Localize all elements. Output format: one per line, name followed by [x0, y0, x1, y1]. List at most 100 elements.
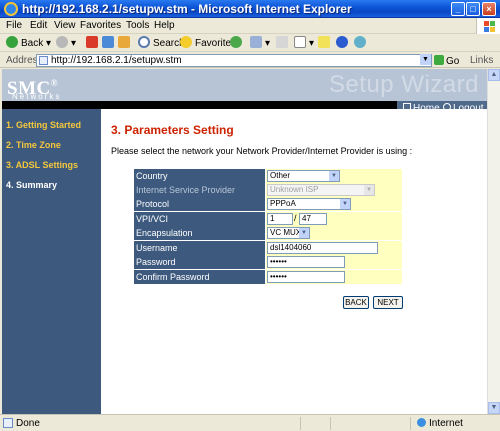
- toolbar: Back ▾ ▾ Search Favorites ▾ ▾: [0, 34, 500, 52]
- confirm-password-input[interactable]: ••••••: [267, 271, 345, 283]
- scroll-up-icon[interactable]: ▲: [488, 69, 500, 81]
- title-bar: http://192.168.2.1/setupw.stm - Microsof…: [0, 0, 500, 18]
- vertical-scrollbar[interactable]: ▲ ▼: [487, 69, 500, 414]
- form-row-password: Password ••••••: [134, 255, 402, 270]
- page-title: 3. Parameters Setting: [111, 123, 234, 137]
- edit-button[interactable]: ▾: [294, 36, 314, 50]
- main-content: 3. Parameters Setting Please select the …: [101, 109, 487, 414]
- page-icon: [39, 56, 48, 65]
- username-label: Username: [134, 241, 265, 255]
- window-title: http://192.168.2.1/setupw.stm - Microsof…: [22, 2, 352, 16]
- address-dropdown-icon[interactable]: ▼: [420, 54, 431, 65]
- forward-arrow-icon: [56, 36, 68, 48]
- chevron-down-icon: ▼: [340, 199, 350, 209]
- back-button[interactable]: Back ▾: [6, 36, 51, 50]
- form-row-isp: Internet Service Provider Unknown ISP ▼: [134, 183, 402, 198]
- instruction-text: Please select the network your Network P…: [111, 146, 413, 156]
- country-select[interactable]: Other ▼: [267, 170, 340, 182]
- address-input[interactable]: http://192.168.2.1/setupw.stm: [36, 54, 432, 67]
- home-button[interactable]: [118, 36, 133, 50]
- go-arrow-icon: [434, 55, 444, 65]
- maximize-button[interactable]: □: [466, 2, 480, 16]
- form-row-username: Username dsl1404060: [134, 241, 402, 256]
- stop-icon: [86, 36, 98, 48]
- go-button[interactable]: Go: [434, 55, 459, 67]
- chevron-down-icon: ▼: [299, 228, 309, 238]
- vpivci-label: VPI/VCI: [134, 212, 265, 226]
- country-label: Country: [134, 169, 265, 183]
- page-viewport: SMC® Networks Setup Wizard Home Logout 1…: [2, 69, 487, 414]
- ie-logo-icon: [4, 2, 18, 16]
- form-row-country: Country Other ▼: [134, 169, 402, 184]
- note-icon: [318, 36, 330, 48]
- search-button[interactable]: Search: [138, 36, 185, 50]
- bluetooth-icon: [336, 36, 348, 48]
- word-icon: [294, 36, 306, 48]
- next-button[interactable]: NEXT: [373, 296, 403, 309]
- history-button[interactable]: [230, 36, 245, 50]
- username-input[interactable]: dsl1404060: [267, 242, 378, 254]
- stop-button[interactable]: [86, 36, 101, 50]
- form-row-confirm-password: Confirm Password ••••••: [134, 270, 402, 285]
- back-arrow-icon: [6, 36, 18, 48]
- bluetooth-button[interactable]: [336, 36, 351, 50]
- history-icon: [230, 36, 242, 48]
- vpi-vci-separator: /: [294, 213, 297, 223]
- menu-edit[interactable]: Edit: [30, 20, 47, 31]
- discuss-button[interactable]: [354, 36, 369, 50]
- menu-file[interactable]: File: [6, 20, 22, 31]
- status-bar: Done Internet: [0, 414, 500, 431]
- registered-mark: ®: [50, 78, 58, 88]
- back-nav-button[interactable]: BACK: [343, 296, 369, 309]
- menu-view[interactable]: View: [54, 20, 76, 31]
- vci-input[interactable]: 47: [299, 213, 327, 225]
- setup-wizard-banner: Setup Wizard: [328, 71, 479, 98]
- confirm-password-label: Confirm Password: [134, 270, 265, 284]
- password-label: Password: [134, 255, 265, 269]
- header-divider: [2, 101, 397, 109]
- status-text: Done: [16, 418, 40, 429]
- forward-button[interactable]: ▾: [56, 36, 76, 50]
- password-input[interactable]: ••••••: [267, 256, 345, 268]
- status-divider: [410, 417, 411, 430]
- links-button[interactable]: Links: [470, 55, 493, 66]
- favorites-button[interactable]: Favorites: [180, 36, 236, 50]
- page-done-icon: [3, 418, 13, 428]
- people-icon: [354, 36, 366, 48]
- go-label: Go: [446, 56, 460, 67]
- sidebar: 1. Getting Started 2. Time Zone 3. ADSL …: [2, 109, 101, 414]
- vpi-input[interactable]: 1: [267, 213, 293, 225]
- sidebar-item-time-zone[interactable]: 2. Time Zone: [6, 140, 61, 150]
- messenger-button[interactable]: [318, 36, 333, 50]
- refresh-button[interactable]: [102, 36, 117, 50]
- close-button[interactable]: ×: [482, 2, 496, 16]
- isp-select: Unknown ISP ▼: [267, 184, 375, 196]
- chevron-down-icon: ▼: [364, 185, 374, 195]
- status-divider: [330, 417, 331, 430]
- sidebar-item-summary[interactable]: 4. Summary: [6, 180, 57, 190]
- globe-icon: [417, 418, 426, 427]
- isp-value: Unknown ISP: [270, 185, 319, 194]
- windows-logo-icon: [476, 18, 500, 34]
- scroll-down-icon[interactable]: ▼: [488, 402, 500, 414]
- menu-help[interactable]: Help: [154, 20, 175, 31]
- print-icon: [276, 36, 288, 48]
- sidebar-item-getting-started[interactable]: 1. Getting Started: [6, 120, 81, 130]
- menu-bar: File Edit View Favorites Tools Help: [0, 18, 500, 34]
- mail-button[interactable]: ▾: [250, 36, 270, 50]
- security-zone: Internet: [417, 418, 463, 429]
- encapsulation-select[interactable]: VC MUX ▼: [267, 227, 310, 239]
- page-header: SMC® Networks Setup Wizard: [2, 69, 487, 101]
- address-url: http://192.168.2.1/setupw.stm: [51, 55, 182, 66]
- protocol-label: Protocol: [134, 197, 265, 211]
- form-row-vpivci: VPI/VCI 1 / 47: [134, 212, 402, 227]
- protocol-select[interactable]: PPPoA ▼: [267, 198, 351, 210]
- status-divider: [300, 417, 301, 430]
- menu-tools[interactable]: Tools: [126, 20, 149, 31]
- isp-label: Internet Service Provider: [134, 183, 265, 197]
- sidebar-item-adsl-settings[interactable]: 3. ADSL Settings: [6, 160, 78, 170]
- menu-favorites[interactable]: Favorites: [80, 20, 121, 31]
- minimize-button[interactable]: _: [451, 2, 465, 16]
- print-button[interactable]: [276, 36, 291, 50]
- protocol-value: PPPoA: [270, 199, 296, 208]
